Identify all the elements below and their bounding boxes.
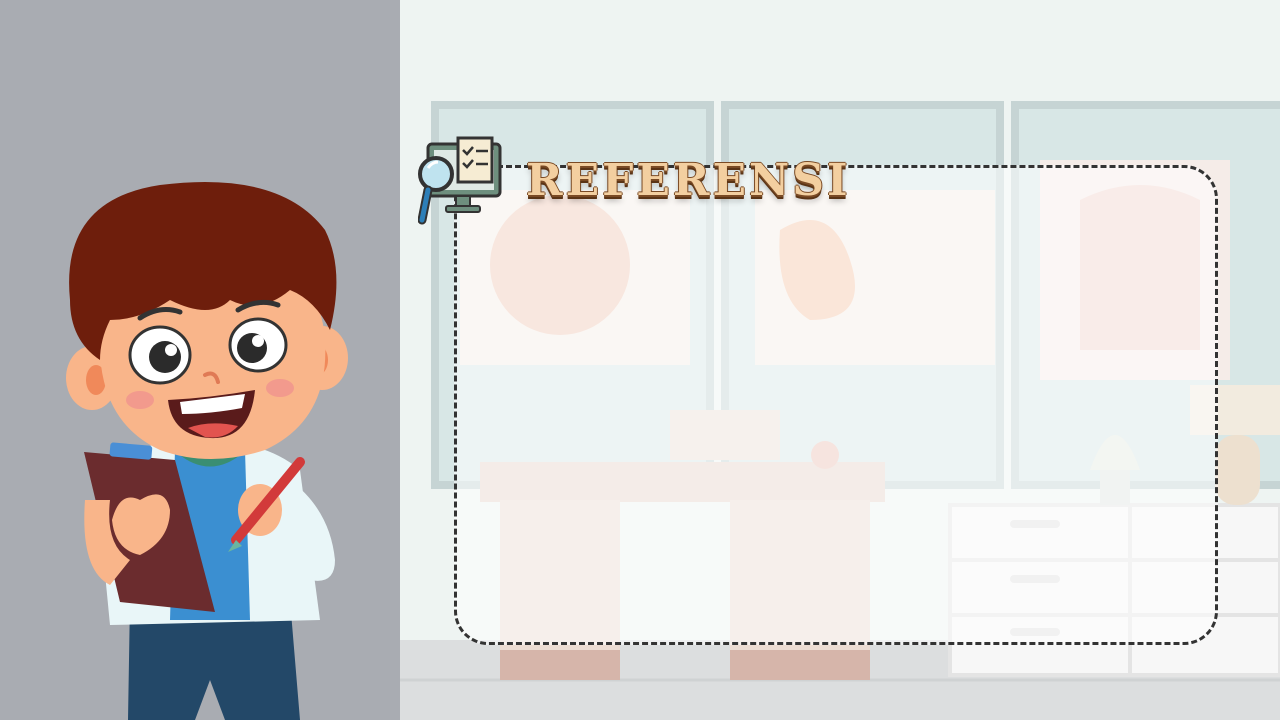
left-panel: [0, 0, 400, 720]
title-bar: REFERENSI: [417, 136, 851, 232]
magnifier-checklist-monitor-icon: [417, 136, 504, 232]
content-box: [454, 165, 1218, 645]
page-title: REFERENSI: [526, 154, 851, 206]
boy-illustration: [66, 182, 348, 720]
